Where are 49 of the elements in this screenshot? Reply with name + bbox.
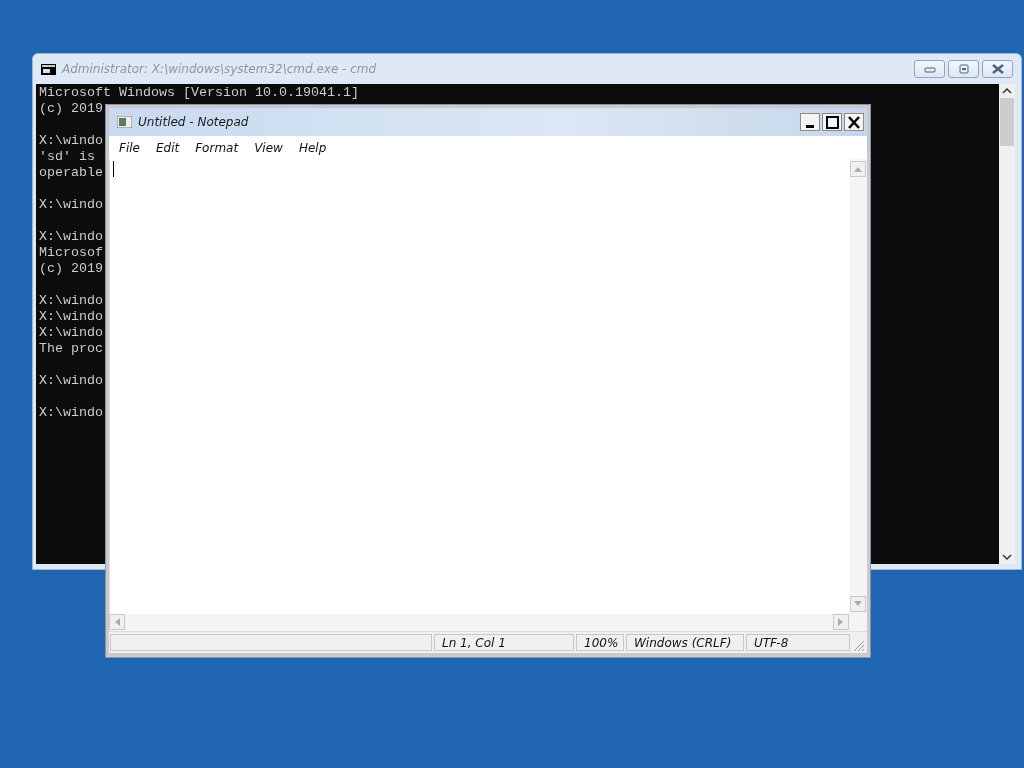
console-line: Microsoft Windows [Version 10.0.19041.1] [39, 85, 359, 101]
console-line: X:\windo [39, 405, 103, 421]
window-title: Untitled - Notepad [138, 114, 249, 131]
console-line: (c) 2019 [39, 101, 103, 117]
menu-item[interactable]: File [111, 138, 148, 157]
minimize-icon [806, 125, 814, 128]
console-line: X:\windo [39, 373, 103, 389]
console-line: The proc [39, 341, 103, 357]
scroll-right-button[interactable] [833, 614, 849, 630]
status-text: 100% [576, 634, 624, 651]
minimize-button[interactable] [800, 113, 820, 131]
scroll-up-button[interactable] [850, 161, 866, 177]
window-title: Administrator: X:\windows\system32\cmd.exe - cmd [62, 61, 377, 78]
menu-item[interactable]: Help [290, 138, 335, 157]
scroll-left-button[interactable] [109, 614, 125, 630]
scroll-up-icon [853, 165, 863, 173]
close-icon [846, 114, 862, 130]
console-icon [41, 63, 56, 75]
resize-grip-icon[interactable] [851, 638, 865, 652]
scrollbar[interactable] [999, 84, 1015, 564]
console-line: X:\windo [39, 309, 103, 325]
status-text: UTF-8 [746, 634, 850, 651]
maximize-icon [824, 114, 840, 130]
menu-item[interactable]: View [246, 138, 291, 157]
scroll-thumb[interactable] [1000, 98, 1014, 146]
scrollbar[interactable] [850, 159, 867, 614]
console-line: X:\windo [39, 325, 103, 341]
console-line: X:\windo [39, 133, 103, 149]
menu-item[interactable]: Edit [147, 138, 188, 157]
scroll-right-icon [837, 617, 845, 627]
console-line: X:\windo [39, 197, 103, 213]
menu-item[interactable]: Format [187, 138, 247, 157]
scroll-down-button[interactable] [850, 596, 866, 612]
console-line: 'sd' is [39, 149, 95, 165]
notepad-icon [117, 116, 132, 128]
console-line: Microsof [39, 245, 103, 261]
text-cursor [113, 161, 114, 177]
restore-button[interactable] [948, 60, 979, 78]
scrollbar[interactable] [109, 614, 867, 631]
maximize-button[interactable] [822, 113, 842, 131]
console-line: operable [39, 165, 103, 181]
console-line: X:\windo [39, 293, 103, 309]
status-text: Windows (CRLF) [626, 634, 744, 651]
console-line: (c) 2019 [39, 261, 103, 277]
scroll-down-icon [853, 600, 863, 608]
scroll-left-icon [113, 617, 121, 627]
status-text: Ln 1, Col 1 [434, 634, 574, 651]
close-button[interactable] [844, 113, 864, 131]
console-line: X:\windo [39, 229, 103, 245]
